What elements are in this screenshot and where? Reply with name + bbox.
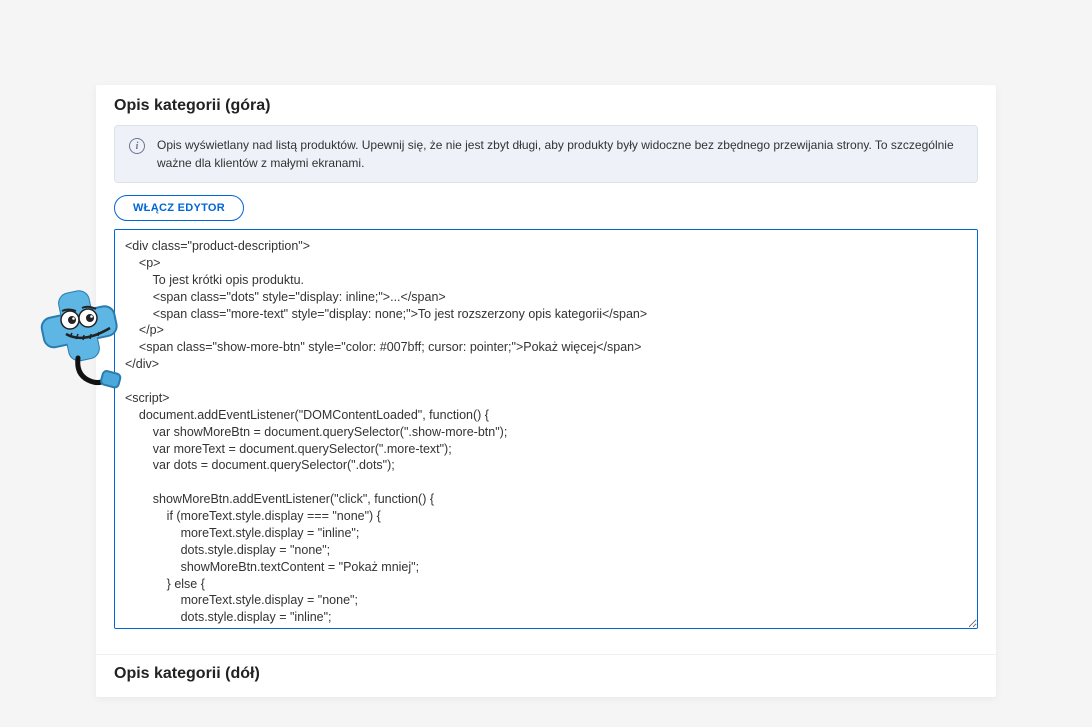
section-top-title: Opis kategorii (góra) [96, 85, 996, 125]
code-textarea[interactable] [114, 229, 978, 629]
info-text: Opis wyświetlany nad listą produktów. Up… [157, 136, 963, 172]
info-icon: i [129, 138, 145, 154]
enable-editor-button[interactable]: WŁĄCZ EDYTOR [114, 195, 244, 221]
section-bottom-title: Opis kategorii (dół) [96, 654, 996, 697]
mascot-illustration [28, 286, 128, 401]
info-box: i Opis wyświetlany nad listą produktów. … [114, 125, 978, 183]
category-description-panel: Opis kategorii (góra) i Opis wyświetlany… [96, 85, 996, 697]
